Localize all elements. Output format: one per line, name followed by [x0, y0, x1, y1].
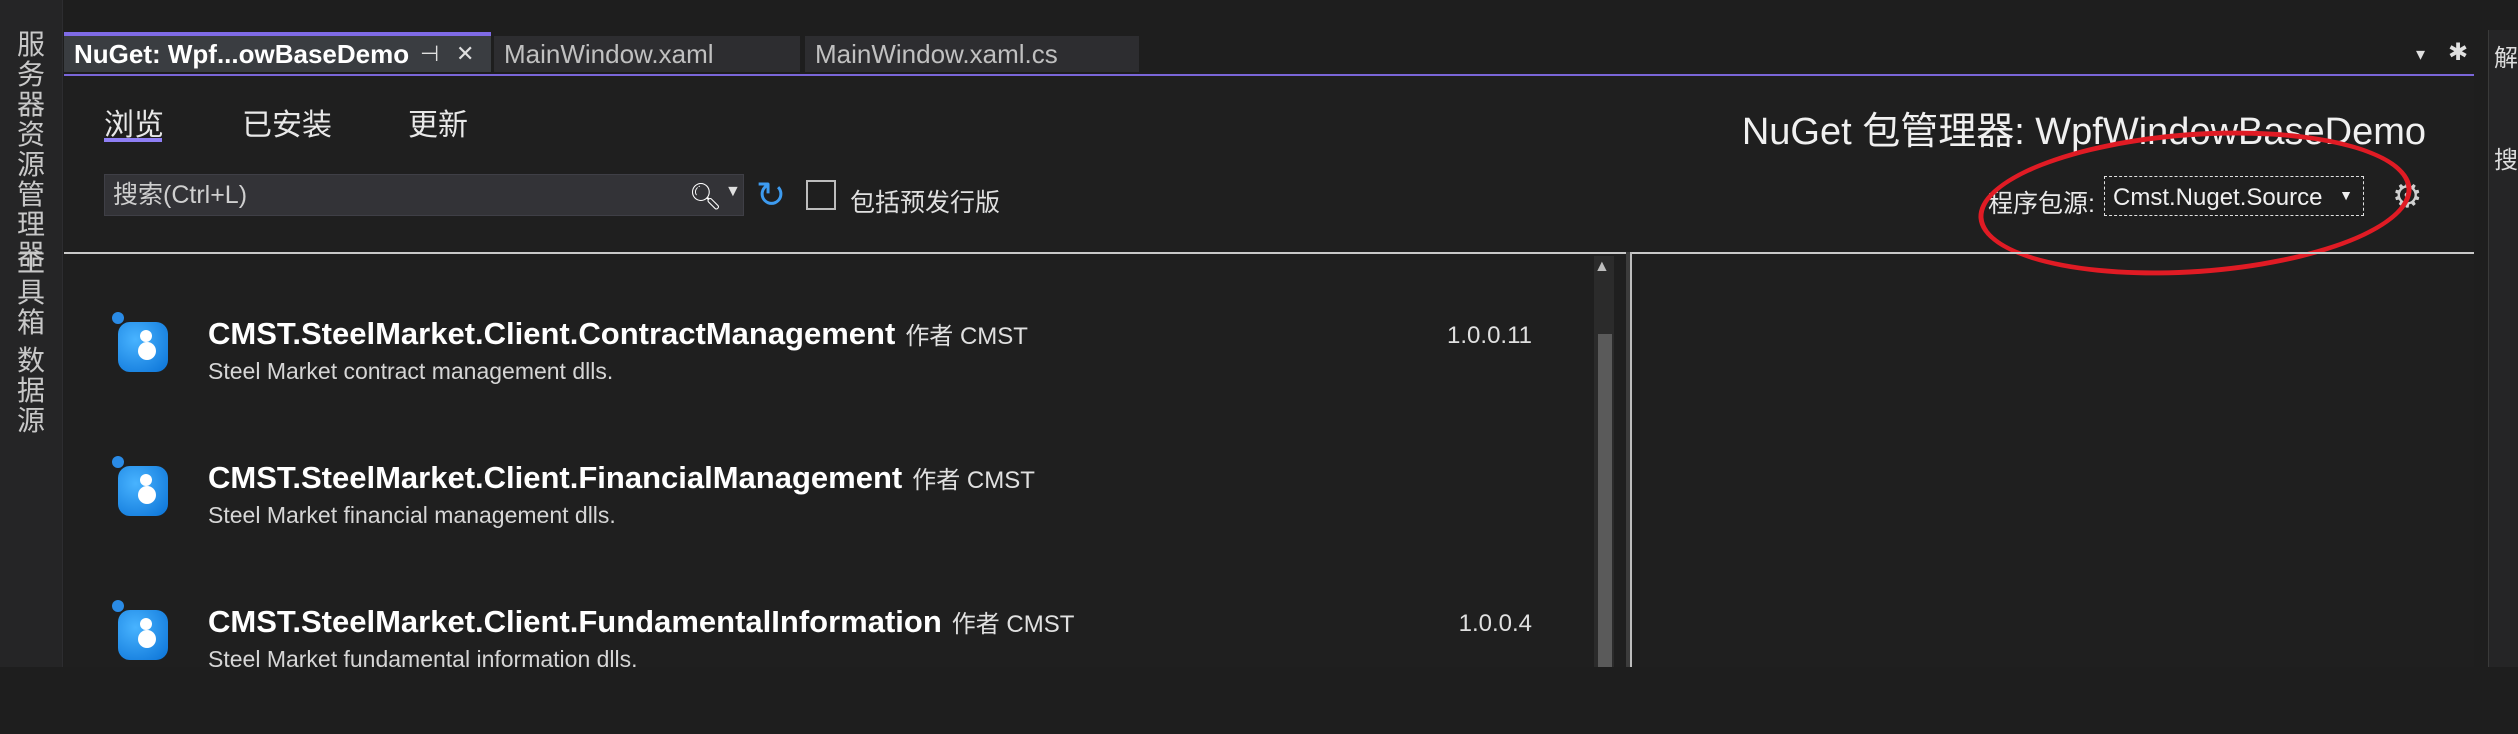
search-box: 🔍︎ ▼: [104, 174, 744, 216]
package-author: 作者 CMST: [951, 611, 1075, 638]
package-description: Steel Market fundamental information dll…: [208, 646, 638, 672]
search-icon[interactable]: 🔍︎: [689, 181, 722, 212]
prerelease-label: 包括预发行版: [850, 189, 1001, 217]
search-input[interactable]: [113, 175, 673, 215]
list-item[interactable]: CMST.SteelMarket.Client.FinancialManagem…: [104, 456, 1544, 590]
package-description: Steel Market contract management dlls.: [208, 358, 614, 384]
list-item[interactable]: CMST.SteelMarket.Client.FundamentalInfor…: [104, 600, 1544, 734]
package-icon: [112, 312, 168, 372]
chevron-down-icon[interactable]: ▼: [725, 183, 741, 201]
package-name-line: CMST.SteelMarket.Client.ContractManageme…: [208, 316, 1028, 352]
package-icon: [112, 600, 168, 660]
toolbox-tab[interactable]: 工具箱: [14, 248, 48, 338]
tab-updates[interactable]: 更新: [408, 100, 468, 144]
server-explorer-tab[interactable]: 服务器资源管理器: [14, 30, 48, 270]
tab-mainwindow-xaml-cs[interactable]: MainWindow.xaml.cs: [805, 36, 1139, 72]
solution-search-tab[interactable]: 搜: [2494, 140, 2518, 175]
left-tool-strip: 服务器资源管理器 工具箱 数据源: [0, 0, 63, 667]
tab-label: MainWindow.xaml.cs: [815, 39, 1058, 69]
prerelease-checkbox[interactable]: [806, 180, 836, 210]
close-icon[interactable]: ✕: [456, 36, 474, 72]
package-name: CMST.SteelMarket.Client.FinancialManagem…: [208, 460, 903, 495]
list-item[interactable]: CMST.SteelMarket.Client.ContractManageme…: [104, 312, 1544, 446]
package-version: 1.0.0.11: [1447, 322, 1532, 349]
package-name-line: CMST.SteelMarket.Client.FinancialManagem…: [208, 460, 1035, 496]
solution-explorer-strip: [2488, 30, 2518, 667]
tab-installed[interactable]: 已安装: [242, 100, 332, 144]
package-name: CMST.SteelMarket.Client.ContractManageme…: [208, 316, 896, 351]
tab-nuget-manager[interactable]: NuGet: Wpf...owBaseDemo ⊣ ✕: [64, 32, 491, 72]
package-author: 作者 CMST: [905, 323, 1028, 350]
active-tab-underline: [104, 138, 162, 142]
package-version: 1.0.0.4: [1458, 610, 1532, 637]
pin-icon[interactable]: ⊣: [420, 36, 439, 72]
package-icon: [112, 456, 168, 516]
scroll-up-icon[interactable]: ▲: [1594, 258, 1610, 276]
package-author: 作者 CMST: [912, 467, 1035, 494]
package-name: CMST.SteelMarket.Client.FundamentalInfor…: [208, 604, 942, 639]
tab-settings-icon[interactable]: ✱: [2448, 38, 2468, 67]
scrollbar-thumb[interactable]: [1598, 334, 1612, 667]
package-description: Steel Market financial management dlls.: [208, 502, 616, 528]
package-name-line: CMST.SteelMarket.Client.FundamentalInfor…: [208, 604, 1074, 640]
tab-overflow-icon[interactable]: ▾: [2416, 44, 2425, 65]
solution-explorer-tab[interactable]: 解: [2494, 38, 2518, 73]
refresh-icon[interactable]: ↻: [756, 174, 786, 216]
header-divider: [64, 252, 2474, 254]
details-splitter-line: [1630, 252, 1632, 667]
tab-label: NuGet: Wpf...owBaseDemo: [74, 39, 410, 69]
tab-label: MainWindow.xaml: [504, 39, 714, 69]
data-sources-tab[interactable]: 数据源: [14, 346, 48, 436]
tab-mainwindow-xaml[interactable]: MainWindow.xaml: [494, 36, 800, 72]
